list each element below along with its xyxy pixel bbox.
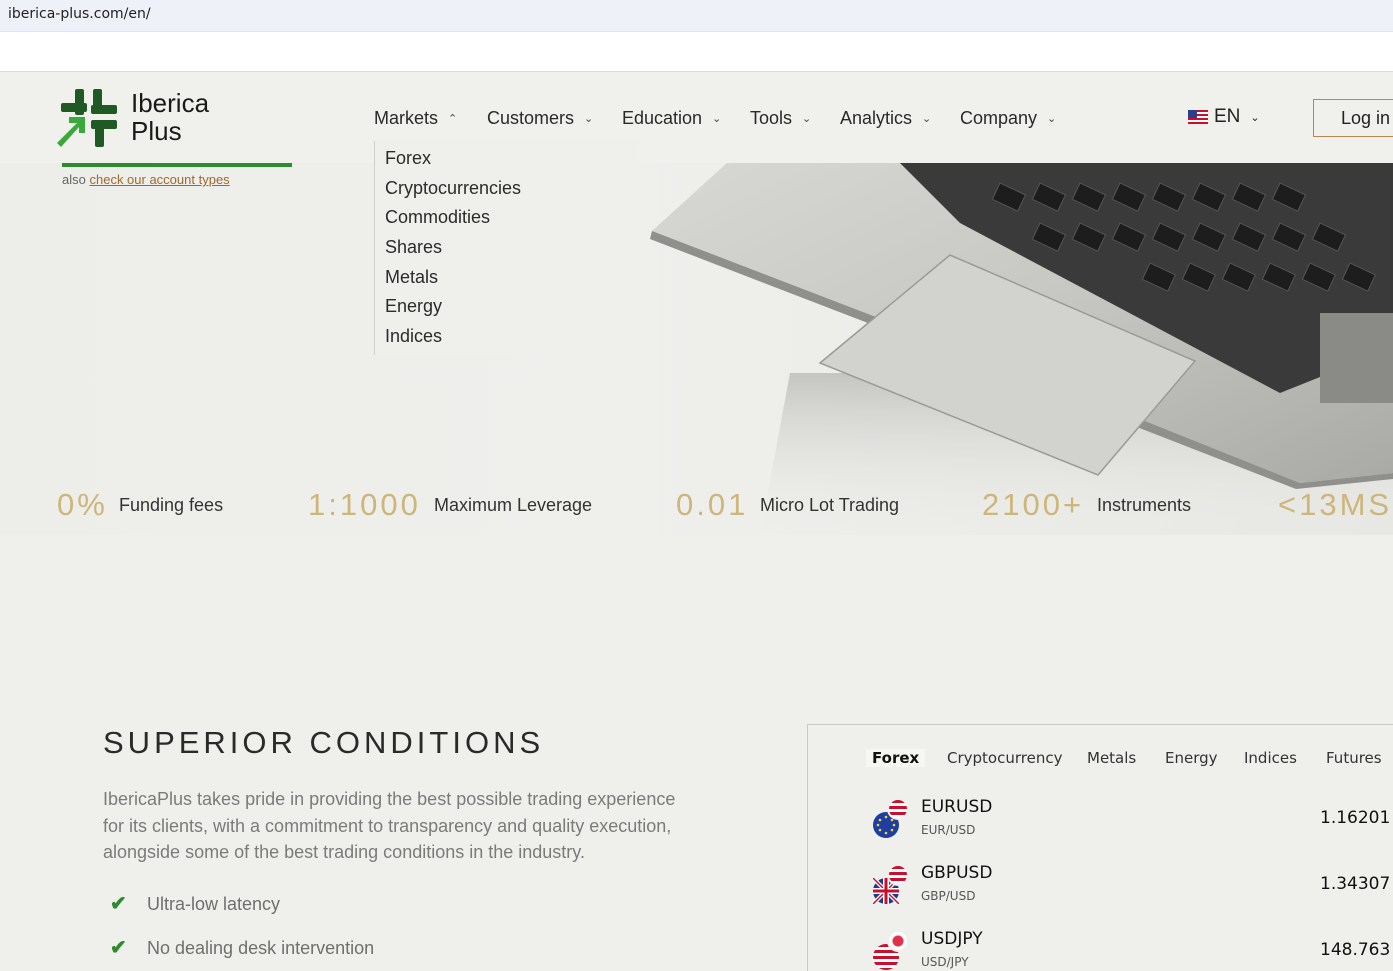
- nav-company[interactable]: Company ⌄: [960, 106, 1056, 130]
- us-flag-icon: [887, 864, 909, 886]
- quote-symbol[interactable]: EURUSD: [921, 797, 992, 817]
- logo-wordmark[interactable]: Iberica Plus: [131, 89, 209, 145]
- stat-value: <13MS: [1278, 487, 1393, 522]
- section-description: IbericaPlus takes pride in providing the…: [103, 789, 676, 862]
- checkmark-icon: ✔: [110, 937, 127, 959]
- menu-item-energy[interactable]: Energy: [385, 296, 442, 317]
- stat-label: Micro Lot Trading: [760, 495, 900, 515]
- nav-company-label: Company: [960, 107, 1038, 128]
- tab-metals[interactable]: Metals: [1087, 749, 1136, 767]
- quote-price: 1.34307: [1320, 874, 1391, 894]
- menu-item-indices[interactable]: Indices: [385, 326, 442, 347]
- stat-label: Maximum Leverage: [434, 495, 593, 515]
- stat-label: Funding fees: [119, 495, 224, 515]
- quote-price: 148.763: [1320, 940, 1391, 960]
- stat-value: 0%: [57, 487, 108, 522]
- account-types-note: also check our account types: [62, 172, 230, 187]
- menu-item-commodities[interactable]: Commodities: [385, 207, 490, 228]
- browser-toolbar: [0, 32, 1393, 72]
- menu-item-forex[interactable]: Forex: [385, 148, 431, 169]
- tab-cryptocurrency[interactable]: Cryptocurrency: [947, 749, 1062, 767]
- signup-bar[interactable]: [62, 163, 292, 167]
- chevron-down-icon: ⌄: [1047, 112, 1057, 125]
- menu-item-cryptocurrencies[interactable]: Cryptocurrencies: [385, 178, 521, 199]
- logo-line-1: Iberica: [131, 88, 210, 118]
- us-flag-icon: [887, 798, 909, 820]
- menu-item-metals[interactable]: Metals: [385, 267, 438, 288]
- stat-value: 0.01: [676, 487, 749, 522]
- nav-markets[interactable]: Markets ⌃: [374, 106, 457, 130]
- tab-futures[interactable]: Futures: [1326, 749, 1382, 767]
- feature-item: No dealing desk intervention: [147, 938, 375, 958]
- nav-analytics-label: Analytics: [840, 107, 913, 128]
- nav-markets-label: Markets: [374, 107, 439, 128]
- account-prefix: also: [62, 172, 86, 187]
- nav-customers[interactable]: Customers ⌄: [487, 106, 593, 130]
- stat-value: 2100+: [982, 487, 1085, 522]
- chevron-down-icon: ⌄: [712, 112, 722, 125]
- quote-symbol[interactable]: GBPUSD: [921, 863, 992, 883]
- nav-tools[interactable]: Tools ⌄: [750, 106, 811, 130]
- address-bar[interactable]: iberica-plus.com/en/: [0, 0, 1393, 32]
- language-label: EN: [1214, 106, 1241, 127]
- quote-symbol[interactable]: USDJPY: [921, 929, 983, 949]
- chevron-down-icon: ⌄: [1250, 111, 1260, 124]
- section-title: SUPERIOR CONDITIONS: [103, 725, 545, 760]
- tab-forex[interactable]: Forex: [866, 749, 926, 767]
- stat-label: Instruments: [1097, 495, 1192, 515]
- us-flag-icon: [1188, 110, 1208, 124]
- quote-pair: EUR/USD: [921, 823, 976, 837]
- quote-price: 1.16201: [1320, 808, 1391, 828]
- nav-customers-label: Customers: [487, 107, 575, 128]
- login-button[interactable]: Log in: [1313, 99, 1393, 137]
- account-types-link[interactable]: check our account types: [89, 172, 229, 187]
- url-text[interactable]: iberica-plus.com/en/: [8, 6, 151, 22]
- tab-indices[interactable]: Indices: [1244, 749, 1297, 767]
- chevron-down-icon: ⌄: [802, 112, 812, 125]
- feature-item: Ultra-low latency: [147, 894, 281, 914]
- language-selector[interactable]: EN ⌄: [1188, 106, 1260, 128]
- japan-flag-icon: [887, 930, 909, 952]
- nav-education[interactable]: Education ⌄: [622, 106, 721, 130]
- markets-dropdown: Forex Cryptocurrencies Commodities Share…: [374, 141, 638, 355]
- chevron-down-icon: ⌄: [584, 112, 594, 125]
- quote-pair: USD/JPY: [921, 955, 969, 969]
- nav-tools-label: Tools: [750, 107, 793, 128]
- chevron-down-icon: ⌄: [922, 112, 932, 125]
- tab-energy[interactable]: Energy: [1165, 749, 1218, 767]
- stat-value: 1:1000: [308, 487, 421, 522]
- checkmark-icon: ✔: [110, 893, 127, 915]
- menu-item-shares[interactable]: Shares: [385, 237, 442, 258]
- chevron-up-icon: ⌃: [448, 112, 458, 125]
- quote-pair: GBP/USD: [921, 889, 976, 903]
- nav-analytics[interactable]: Analytics ⌄: [840, 106, 931, 130]
- nav-education-label: Education: [622, 107, 703, 128]
- logo-line-2: Plus: [131, 116, 182, 146]
